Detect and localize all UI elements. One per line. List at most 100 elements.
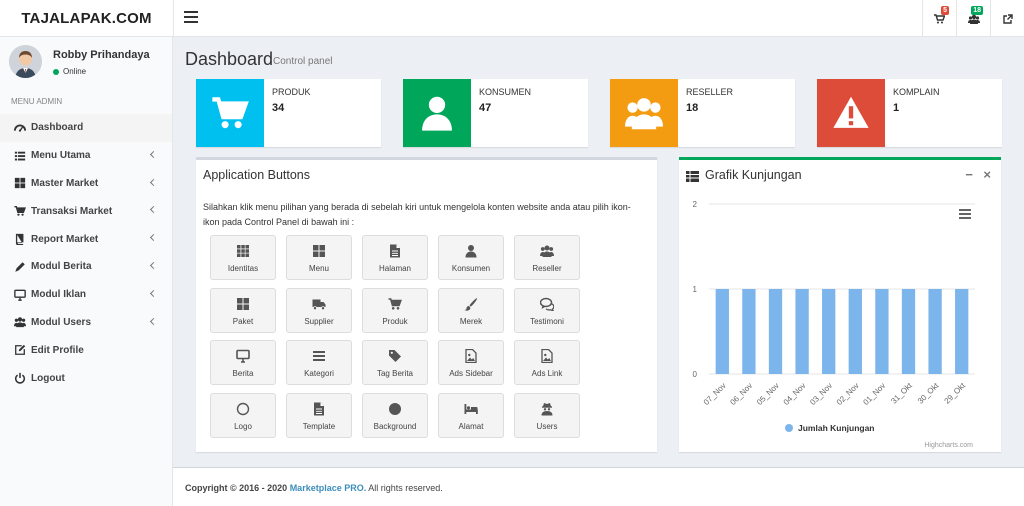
app-button-label: Berita <box>232 369 254 378</box>
user-status: Online <box>53 67 86 76</box>
edit-icon <box>14 344 26 356</box>
user-icon <box>464 244 478 258</box>
users-icon <box>540 244 554 258</box>
x-tick-label: 07_Nov <box>702 381 728 407</box>
app-button-paket[interactable]: Paket <box>210 287 276 333</box>
circle-icon <box>388 402 402 416</box>
users-notification[interactable]: 18 <box>956 0 990 37</box>
sidebar-item-modul-users[interactable]: Modul Users <box>0 309 172 337</box>
info-box-label: PRODUK <box>272 87 311 97</box>
users-icon <box>967 14 980 24</box>
user-status-text: Online <box>63 67 87 76</box>
app-button-logo[interactable]: Logo <box>210 392 276 438</box>
info-box-label: KOMPLAIN <box>893 87 940 97</box>
th-icon <box>236 244 250 258</box>
brand-logo-text: TAJALAPAK.COM <box>21 9 152 27</box>
chevron-left-icon <box>149 206 158 214</box>
user-secret-icon <box>540 402 554 416</box>
page-title: Dashboard <box>185 49 274 69</box>
brand-logo[interactable]: TAJALAPAK.COM <box>0 0 173 37</box>
sidebar-item-transaksi-market[interactable]: Transaksi Market <box>0 197 172 225</box>
sidebar-menu: Dashboard Menu Utama Master Market Transaks… <box>0 114 172 392</box>
app-button-supplier[interactable]: Supplier <box>286 287 352 333</box>
app-button-konsumen[interactable]: Konsumen <box>438 235 504 280</box>
x-tick-label: 29_Okt <box>943 381 968 406</box>
app-button-menu[interactable]: Menu <box>286 235 352 280</box>
application-buttons-description: Silahkan klik menu pilihan yang berada d… <box>203 202 631 227</box>
footer-link[interactable]: Marketplace PRO. <box>290 483 367 493</box>
sidebar-item-menu-utama[interactable]: Menu Utama <box>0 142 172 170</box>
info-box-produk[interactable]: PRODUK 34 <box>196 79 381 147</box>
chart-bar[interactable] <box>768 289 783 374</box>
users-icon <box>610 79 678 147</box>
chart-bar[interactable] <box>901 289 916 374</box>
footer: Copyright © 2016 - 2020 Marketplace PRO.… <box>173 467 1024 506</box>
app-button-label: Menu <box>308 264 329 273</box>
hamburger-icon[interactable] <box>184 11 198 25</box>
app-button-ads-sidebar[interactable]: Ads Sidebar <box>438 340 504 385</box>
sidebar-item-edit-profile[interactable]: Edit Profile <box>0 336 172 364</box>
app-button-label: Kategori <box>304 369 334 378</box>
app-button-kategori[interactable]: Kategori <box>286 340 352 385</box>
th-large-icon <box>236 297 250 311</box>
app-button-berita[interactable]: Berita <box>210 340 276 385</box>
info-box-komplain[interactable]: KOMPLAIN 1 <box>817 79 1002 147</box>
app-button-template[interactable]: Template <box>286 392 352 438</box>
app-button-label: Background <box>373 421 417 431</box>
sidebar-item-modul-berita[interactable]: Modul Berita <box>0 253 172 281</box>
sidebar-item-label: Dashboard <box>31 122 84 134</box>
app-button-produk[interactable]: Produk <box>362 287 428 333</box>
top-navbar: 5 18 <box>173 0 1024 37</box>
cart-notification[interactable]: 5 <box>922 0 956 37</box>
chart-bar[interactable] <box>795 289 809 374</box>
app-button-merek[interactable]: Merek <box>438 287 504 333</box>
sidebar-item-label: Modul Iklan <box>31 289 86 301</box>
app-button-testimoni[interactable]: Testimoni <box>514 287 580 333</box>
sidebar-item-label: Menu Utama <box>31 150 91 162</box>
users-badge: 18 <box>971 6 983 15</box>
sidebar-item-label: Edit Profile <box>31 344 84 356</box>
app-button-background[interactable]: Background <box>362 392 428 438</box>
footer-suffix: All rights reserved. <box>368 483 443 493</box>
x-tick-label: 04_Nov <box>782 381 808 407</box>
brush-icon <box>464 297 478 311</box>
users-icon <box>14 316 26 328</box>
app-button-identitas[interactable]: Identitas <box>210 235 276 280</box>
info-box-konsumen[interactable]: KONSUMEN 47 <box>403 79 588 147</box>
cart-icon <box>196 79 264 147</box>
file-icon <box>388 244 402 258</box>
sidebar-item-logout[interactable]: Logout <box>0 364 172 392</box>
external-link[interactable] <box>990 0 1024 37</box>
chart-bar[interactable] <box>742 289 756 374</box>
chart-bar[interactable] <box>875 289 889 374</box>
app-button-label: Supplier <box>304 316 334 326</box>
app-button-label: Konsumen <box>451 264 491 273</box>
visits-chart: 0 1 2 07_Nov 06_Nov 05_Nov 04_Nov 03_Nov 02_Nov 0… <box>693 200 975 449</box>
info-box-reseller[interactable]: RESELLER 18 <box>610 79 795 147</box>
app-button-reseller[interactable]: Reseller <box>514 235 580 280</box>
chart-bar[interactable] <box>928 289 942 374</box>
chevron-left-icon <box>149 178 158 186</box>
app-button-alamat[interactable]: Alamat <box>438 392 504 438</box>
sidebar-item-report-market[interactable]: Report Market <box>0 225 172 253</box>
app-button-label: Reseller <box>532 264 562 273</box>
app-button-ads-link[interactable]: Ads Link <box>514 340 580 385</box>
sidebar-item-modul-iklan[interactable]: Modul Iklan <box>0 281 172 309</box>
x-tick-label: 02_Nov <box>835 381 861 407</box>
chart-bar[interactable] <box>848 289 862 374</box>
app-button-label: Users <box>536 421 558 431</box>
chart-menu-icon[interactable] <box>959 209 971 219</box>
legend-label[interactable]: Jumlah Kunjungan <box>798 423 875 433</box>
sidebar-item-master-market[interactable]: Master Market <box>0 170 172 198</box>
chart-bar[interactable] <box>715 289 729 374</box>
sidebar-item-dashboard[interactable]: Dashboard <box>0 114 172 142</box>
chart-credits[interactable]: Highcharts.com <box>924 442 973 449</box>
power-icon <box>14 372 26 384</box>
app-button-label: Logo <box>234 421 252 431</box>
app-button-halaman[interactable]: Halaman <box>362 235 428 280</box>
chart-bar[interactable] <box>822 289 836 374</box>
page-subtitle: Control panel <box>273 56 333 67</box>
chart-bar[interactable] <box>955 289 969 374</box>
app-button-users[interactable]: Users <box>514 392 580 438</box>
app-button-tag-berita[interactable]: Tag Berita <box>362 340 428 385</box>
